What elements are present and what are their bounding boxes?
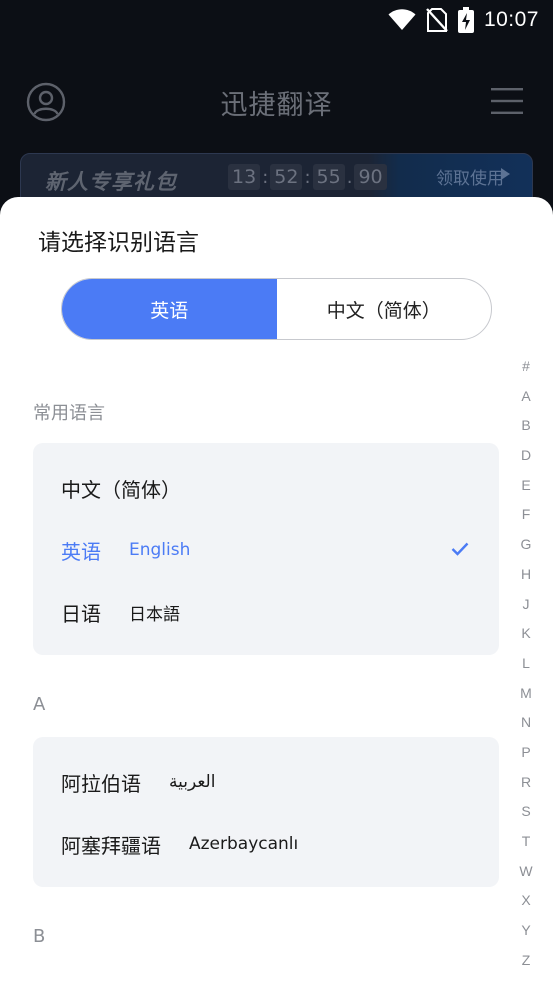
index-letter[interactable]: Z (522, 946, 531, 976)
timer-minutes: 52 (270, 164, 303, 190)
section-label-b: B (33, 926, 46, 947)
section-label-a: A (33, 694, 46, 715)
language-name: 阿塞拜疆语 (61, 833, 161, 858)
app-title: 迅捷翻译 (220, 89, 333, 121)
language-segmented-control: 英语 中文（简体） (61, 278, 492, 340)
play-arrow-icon (501, 168, 510, 180)
index-letter[interactable]: T (522, 827, 531, 857)
index-letter[interactable]: W (519, 857, 532, 887)
timer-seconds: 55 (312, 164, 345, 190)
index-letter[interactable]: J (523, 590, 530, 620)
index-letter[interactable]: X (521, 886, 530, 916)
timer-separator: : (262, 166, 269, 188)
language-item[interactable]: 阿塞拜疆语 Azerbaycanlı (33, 813, 499, 875)
language-item[interactable]: 日语 日本語 (33, 581, 499, 643)
menu-icon[interactable] (491, 88, 523, 114)
index-letter[interactable]: F (522, 500, 531, 530)
user-avatar-icon[interactable] (26, 82, 66, 122)
index-letter[interactable]: G (521, 530, 532, 560)
status-bar: 10:07 (0, 0, 553, 40)
language-item-selected[interactable]: 英语 English (33, 519, 499, 581)
segment-english[interactable]: 英语 (62, 279, 277, 339)
language-native-name: 日本語 (129, 604, 180, 625)
checkmark-icon (451, 541, 469, 560)
language-name: 阿拉伯语 (61, 771, 141, 796)
wifi-icon (388, 9, 416, 31)
language-card-common: 中文（简体） 英语 English 日语 日本語 (33, 443, 499, 655)
language-name: 英语 (61, 539, 101, 564)
sheet-title: 请选择识别语言 (38, 230, 199, 256)
no-sim-icon (426, 8, 448, 32)
index-letter[interactable]: M (520, 679, 532, 709)
language-picker-sheet: 请选择识别语言 英语 中文（简体） 常用语言 中文（简体） 英语 English… (0, 197, 553, 983)
battery-charging-icon (457, 7, 474, 33)
timer-centiseconds: 90 (354, 164, 387, 190)
language-item[interactable]: 阿拉伯语 العربية (33, 751, 499, 813)
index-letter[interactable]: A (521, 382, 530, 412)
language-item[interactable]: 中文（简体） (33, 457, 499, 519)
promo-title: 新人专享礼包 (45, 170, 177, 194)
index-letter[interactable]: L (522, 649, 530, 679)
timer-separator: : (304, 166, 311, 188)
language-name: 中文（简体） (61, 477, 181, 502)
language-native-name: Azerbaycanlı (189, 834, 299, 854)
timer-hours: 13 (228, 164, 261, 190)
segment-chinese-simplified[interactable]: 中文（简体） (277, 279, 492, 339)
countdown-timer: 13 : 52 : 55 . 90 (228, 164, 387, 190)
index-letter[interactable]: Y (521, 916, 530, 946)
index-letter[interactable]: H (521, 560, 531, 590)
language-card-a: 阿拉伯语 العربية 阿塞拜疆语 Azerbaycanlı (33, 737, 499, 887)
timer-separator: . (346, 166, 353, 188)
app-header: 迅捷翻译 (0, 70, 553, 134)
index-letter[interactable]: S (521, 797, 530, 827)
index-letter[interactable]: K (521, 619, 530, 649)
alphabet-index-bar[interactable]: # A B D E F G H J K L M N P R S T W X Y Z (512, 352, 540, 975)
section-label-common: 常用语言 (33, 403, 105, 424)
index-letter[interactable]: P (521, 738, 530, 768)
index-letter[interactable]: E (521, 471, 530, 501)
index-letter[interactable]: D (521, 441, 531, 471)
index-letter[interactable]: B (521, 411, 530, 441)
index-letter[interactable]: N (521, 708, 531, 738)
index-letter[interactable]: # (522, 352, 530, 382)
language-native-name: العربية (169, 772, 216, 792)
status-time: 10:07 (483, 8, 539, 31)
language-name: 日语 (61, 601, 101, 626)
claim-button[interactable]: 领取使用 (436, 164, 504, 189)
language-native-name: English (129, 540, 191, 560)
index-letter[interactable]: R (521, 768, 531, 798)
